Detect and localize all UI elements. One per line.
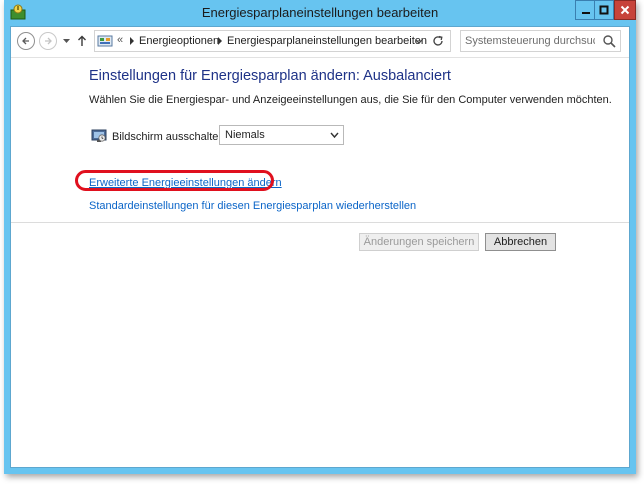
maximize-button[interactable] [594,0,614,20]
cancel-button[interactable]: Abbrechen [485,233,556,251]
search-box [460,30,621,52]
minimize-button[interactable] [575,0,595,20]
up-button[interactable] [75,32,89,50]
chevron-down-icon [415,38,423,44]
restore-defaults-link[interactable]: Standardeinstellungen für diesen Energie… [89,200,416,212]
close-icon [620,5,630,15]
breadcrumb-energieoptionen[interactable]: Energieoptionen [139,35,219,47]
breadcrumb-current[interactable]: Energiesparplaneinstellungen bearbeiten [227,35,427,47]
page-description: Wählen Sie die Energiespar- und Anzeigee… [89,94,612,106]
breadcrumb-separator-icon [130,37,134,45]
refresh-button[interactable] [431,34,445,48]
chevron-down-icon [330,132,339,139]
address-history-button[interactable] [413,35,425,47]
arrow-up-icon [78,35,86,46]
content-area: « Energieoptionen Energiesparplaneinstel… [10,26,630,468]
title-bar[interactable]: Energiesparplaneinstellungen bearbeiten [4,0,636,26]
annotation-highlight [75,170,274,191]
forward-button[interactable] [39,32,57,50]
back-button[interactable] [17,32,35,50]
chevron-down-icon [62,38,70,43]
control-panel-icon [97,35,113,47]
save-changes-button[interactable]: Änderungen speichern [359,233,479,251]
divider [11,222,629,223]
explorer-window: Energiesparplaneinstellungen bearbeiten [4,0,636,474]
breadcrumb-separator-icon [218,37,222,45]
arrow-left-icon [22,37,29,45]
page-title: Einstellungen für Energiesparplan ändern… [89,68,451,84]
recent-locations-button[interactable] [61,33,71,49]
display-off-value: Niemals [225,129,265,141]
navigation-bar: « Energieoptionen Energiesparplaneinstel… [11,27,629,58]
display-off-label: Bildschirm ausschalten: [112,131,228,143]
address-bar[interactable]: « Energieoptionen Energiesparplaneinstel… [94,30,451,52]
display-off-select[interactable]: Niemals [219,125,344,145]
close-button[interactable] [614,0,636,20]
search-icon[interactable] [602,34,616,48]
maximize-icon [599,5,609,15]
monitor-icon [91,129,107,142]
breadcrumb-overflow[interactable]: « [117,34,123,46]
screenshot-canvas: Energiesparplaneinstellungen bearbeiten [0,0,644,484]
arrow-right-icon [45,37,52,45]
window-title: Energiesparplaneinstellungen bearbeiten [201,5,439,20]
refresh-icon [433,35,443,46]
search-input[interactable] [465,33,595,49]
minimize-icon [581,12,590,14]
